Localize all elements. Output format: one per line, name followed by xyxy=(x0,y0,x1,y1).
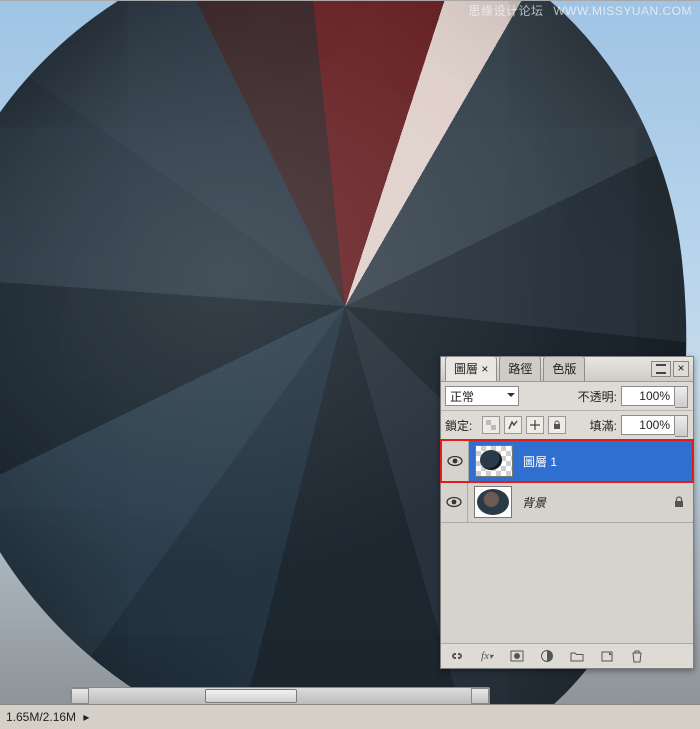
opacity-value: 100% xyxy=(639,389,670,403)
tab-layers[interactable]: 圖層 × xyxy=(445,356,497,381)
layer-row[interactable]: 圖層 1 xyxy=(441,440,693,482)
lock-icon xyxy=(673,496,693,508)
opacity-label: 不透明: xyxy=(578,388,621,405)
blend-row: 正常 不透明: 100% xyxy=(441,382,693,411)
adjust-icon[interactable] xyxy=(537,647,557,665)
status-text: 1.65M/2.16M xyxy=(6,710,76,724)
opacity-input[interactable]: 100% xyxy=(621,386,675,406)
layer-name[interactable]: 圖層 1 xyxy=(519,453,692,470)
tab-channels[interactable]: 色版 xyxy=(543,356,585,381)
link-icon[interactable] xyxy=(447,647,467,665)
layer-row[interactable]: 背景 xyxy=(441,482,693,523)
tab-layers-label: 圖層 xyxy=(454,362,478,376)
panel-header: 圖層 × 路徑 色版 × xyxy=(441,357,693,382)
chevron-right-icon[interactable] xyxy=(675,415,688,437)
scroll-thumb[interactable] xyxy=(205,689,297,703)
lock-pixels-icon[interactable] xyxy=(504,416,522,434)
layer-thumbnail[interactable] xyxy=(475,445,513,477)
layers-empty-area[interactable] xyxy=(441,523,693,644)
scroll-right-button[interactable] xyxy=(471,688,489,704)
layer-name[interactable]: 背景 xyxy=(518,494,673,511)
layers-list: 圖層 1 背景 xyxy=(441,440,693,644)
mask-icon[interactable] xyxy=(507,647,527,665)
watermark: 思缘设计论坛 WWW.MISSYUAN.COM xyxy=(468,2,692,19)
lock-transparent-icon[interactable] xyxy=(482,416,500,434)
lock-all-icon[interactable] xyxy=(548,416,566,434)
status-menu-arrow[interactable]: ▸ xyxy=(83,710,89,724)
panel-footer: fx▾ xyxy=(441,644,693,668)
app-stage: 思缘设计论坛 WWW.MISSYUAN.COM 圖層 × 路徑 色版 × 正常 … xyxy=(0,0,700,729)
panel-close-button[interactable]: × xyxy=(673,361,689,377)
new-icon[interactable] xyxy=(597,647,617,665)
eye-icon xyxy=(447,455,463,467)
hamburger-icon xyxy=(656,364,666,374)
eye-icon xyxy=(446,496,462,508)
visibility-toggle[interactable] xyxy=(442,441,469,481)
lock-row: 鎖定: 填滿: 100% xyxy=(441,411,693,440)
layer-thumbnail[interactable] xyxy=(474,486,512,518)
fill-input[interactable]: 100% xyxy=(621,415,675,435)
visibility-toggle[interactable] xyxy=(441,482,468,522)
layers-panel[interactable]: 圖層 × 路徑 色版 × 正常 不透明: 100% 鎖定: xyxy=(440,356,694,669)
scroll-left-button[interactable] xyxy=(71,688,89,704)
tab-paths[interactable]: 路徑 xyxy=(499,356,541,381)
lock-label: 鎖定: xyxy=(445,417,476,434)
watermark-cn: 思缘设计论坛 xyxy=(468,4,543,18)
horizontal-scrollbar[interactable] xyxy=(70,687,490,705)
fill-value: 100% xyxy=(639,418,670,432)
panel-menu-button[interactable] xyxy=(651,361,671,377)
status-bar: 1.65M/2.16M ▸ xyxy=(0,704,700,729)
watermark-url: WWW.MISSYUAN.COM xyxy=(553,4,692,18)
lock-position-icon[interactable] xyxy=(526,416,544,434)
group-icon[interactable] xyxy=(567,647,587,665)
blend-mode-select[interactable]: 正常 xyxy=(445,386,519,406)
chevron-right-icon[interactable] xyxy=(675,386,688,408)
ruler-top[interactable] xyxy=(0,0,700,1)
fx-icon[interactable]: fx▾ xyxy=(477,647,497,665)
fill-label: 填滿: xyxy=(590,417,621,434)
trash-icon[interactable] xyxy=(627,647,647,665)
